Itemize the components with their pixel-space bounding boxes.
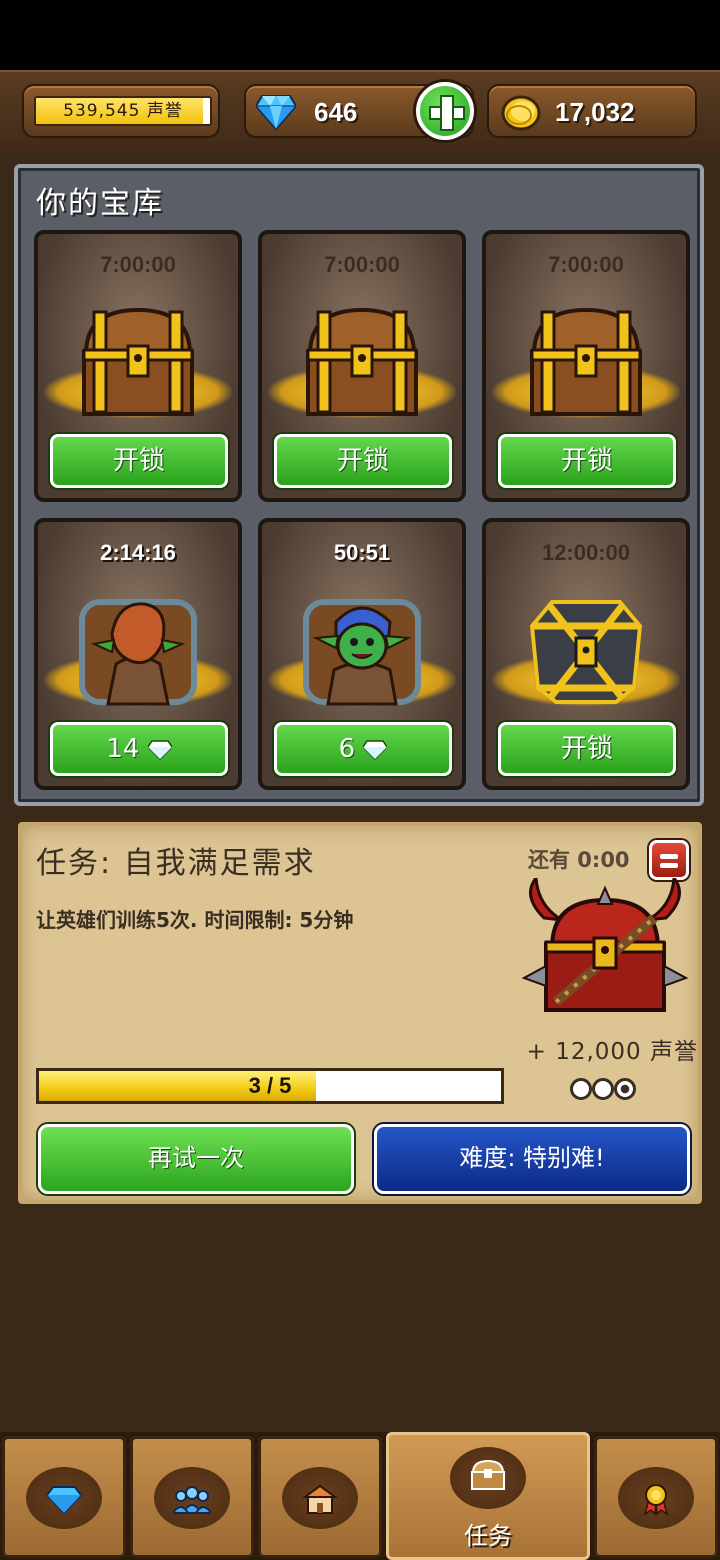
tab-achievements[interactable] [594, 1436, 718, 1558]
reputation-label: 539,545 声誉 [63, 101, 183, 121]
reputation-bar: 539,545 声誉 [34, 96, 212, 126]
unlock-button[interactable]: 开锁 [498, 722, 676, 776]
add-gems-button[interactable] [416, 82, 474, 140]
gem-speedup-button[interactable]: 14 [50, 722, 228, 776]
star-empty-icon [592, 1078, 614, 1100]
gem-count: 646 [314, 97, 358, 127]
wooden-chest-icon [82, 307, 194, 416]
top-resource-bar: 539,545 声誉 646 17,032 [0, 70, 720, 152]
wooden-chest-icon [306, 307, 418, 416]
diamond-icon [363, 739, 388, 760]
vault-slot[interactable]: 7:00:00 开锁 [34, 230, 242, 502]
quest-chest-icon [471, 1459, 505, 1490]
gem-speedup-button[interactable]: 6 [274, 722, 452, 776]
difficulty-button[interactable]: 难度: 特别难! [374, 1124, 690, 1194]
slot-timer: 2:14:16 [100, 540, 176, 565]
gold-panel[interactable]: 17,032 [487, 84, 697, 138]
town-icon [301, 1484, 339, 1514]
tab-heroes[interactable] [130, 1436, 254, 1558]
diamond-icon [256, 95, 296, 130]
vault-panel: 你的宝库 7:00:00 开锁 7:00:00 开锁 7:00:00 开锁 2:… [14, 164, 704, 806]
star-filled-icon [614, 1078, 636, 1100]
bottom-nav: 任务 [0, 1432, 720, 1560]
gold-count: 17,032 [555, 97, 635, 127]
achievement-icon [643, 1484, 669, 1515]
quest-reward: + 12,000 声誉 [526, 1039, 698, 1065]
slot-timer: 7:00:00 [324, 252, 400, 277]
slot-timer: 12:00:00 [541, 540, 631, 565]
tab-quests-label: 任务 [464, 1522, 512, 1550]
quest-progress-text: 3 / 5 [248, 1073, 292, 1098]
heroes-icon [173, 1486, 211, 1514]
star-empty-icon [570, 1078, 592, 1100]
wooden-chest-icon [530, 307, 642, 416]
iron-chest-icon [529, 600, 643, 704]
diamond-icon [147, 739, 172, 760]
tab-quests[interactable]: 任务 [386, 1432, 590, 1560]
unlock-button[interactable]: 开锁 [498, 434, 676, 488]
quest-description: 让英雄们训练5次. 时间限制: 5分钟 [36, 908, 354, 932]
retry-button[interactable]: 再试一次 [38, 1124, 354, 1194]
vault-slot[interactable]: 7:00:00 开锁 [482, 230, 690, 502]
gem-cost: 6 [338, 734, 356, 764]
tab-town[interactable] [258, 1436, 382, 1558]
quest-title: 任务: 自我满足需求 [36, 846, 316, 881]
unlock-button[interactable]: 开锁 [274, 434, 452, 488]
gem-cost: 14 [106, 734, 140, 764]
vault-title: 你的宝库 [36, 186, 164, 221]
horned-chest-icon [521, 878, 689, 1012]
quest-progress-bar: 3 / 5 [36, 1068, 504, 1104]
vault-slot[interactable]: 2:14:16 14 [34, 518, 242, 790]
vault-slot[interactable]: 7:00:00 开锁 [258, 230, 466, 502]
gem-shop-icon [45, 1486, 83, 1515]
quest-time-left: 还有 0:00 [528, 848, 630, 872]
tab-gem-shop[interactable] [2, 1436, 126, 1558]
vault-slot[interactable]: 50:51 6 [258, 518, 466, 790]
vault-slot[interactable]: 12:00:00 开锁 [482, 518, 690, 790]
goblin-red-hood-icon [79, 599, 197, 706]
unlock-button[interactable]: 开锁 [50, 434, 228, 488]
slot-timer: 7:00:00 [548, 252, 624, 277]
status-bar [0, 0, 720, 70]
difficulty-stars [570, 1078, 636, 1104]
reputation-panel[interactable]: 539,545 声誉 [22, 84, 220, 138]
slot-timer: 7:00:00 [100, 252, 176, 277]
quest-panel: 任务: 自我满足需求 还有 0:00 让英雄们训练5次. 时间限制: 5分钟 +… [18, 822, 702, 1204]
slot-timer: 50:51 [333, 540, 391, 565]
abandon-quest-button[interactable] [649, 840, 689, 880]
gold-coin-icon [501, 95, 541, 131]
goblin-blue-hood-icon [303, 599, 421, 706]
